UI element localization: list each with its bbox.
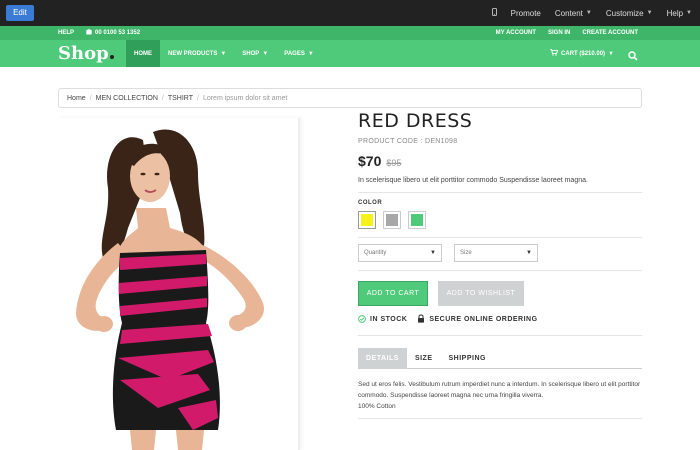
divider: [358, 270, 642, 271]
nav-item-new-products[interactable]: NEW PRODUCTS ▼: [160, 40, 234, 67]
product-details: RED DRESS PRODUCT CODE : DEN1098 $70 $95…: [358, 110, 642, 419]
phone-icon: [86, 29, 92, 37]
cart-icon: [550, 49, 559, 58]
breadcrumb-current: Lorem ipsum dolor sit amet: [202, 94, 288, 102]
color-label: COLOR: [358, 200, 383, 206]
divider: [358, 237, 642, 238]
secure-ordering-badge: SECURE ONLINE ORDERING: [417, 314, 537, 325]
caret-down-icon: ▼: [430, 250, 436, 256]
admin-menu: Promote Content ▼ Customize ▼ Help ▼: [491, 0, 692, 26]
caret-down-icon: ▼: [608, 50, 614, 57]
admin-promote[interactable]: Promote: [511, 9, 541, 18]
material-text: 100% Cotton: [358, 403, 396, 410]
breadcrumb-separator: /: [196, 94, 199, 102]
divider: [358, 335, 642, 336]
nav-item-label: HOME: [134, 50, 152, 57]
caret-down-icon: ▼: [526, 250, 532, 256]
breadcrumb-men-collection[interactable]: MEN COLLECTION: [96, 95, 158, 102]
swatch-fill: [411, 214, 423, 226]
secure-label: SECURE ONLINE ORDERING: [429, 316, 538, 323]
phone-number: 00 0100 53 1352: [86, 29, 140, 37]
admin-bar: Edit Promote Content ▼ Customize ▼ Help ▼: [0, 0, 700, 26]
admin-content-label: Content: [554, 8, 583, 18]
search-icon[interactable]: [628, 48, 638, 61]
admin-customize[interactable]: Customize ▼: [606, 9, 653, 18]
phone-text: 00 0100 53 1352: [95, 30, 141, 36]
product-old-price: $95: [386, 158, 402, 168]
shop-logo[interactable]: Shop: [58, 43, 114, 64]
caret-down-icon: ▼: [686, 10, 692, 16]
option-selects: Quantity ▼ Size ▼: [358, 244, 642, 262]
breadcrumb-separator: /: [89, 94, 92, 102]
details-text: Sed ut eros felis. Vestibulum rutrum imp…: [358, 381, 641, 399]
product-title: RED DRESS: [358, 110, 473, 132]
breadcrumb: Home / MEN COLLECTION / TSHIRT / Lorem i…: [58, 88, 642, 108]
nav-item-label: PAGES: [284, 50, 305, 57]
my-account-link[interactable]: MY ACCOUNT: [496, 30, 536, 36]
main-nav: Shop HOME NEW PRODUCTS ▼ SHOP ▼ PAGES ▼ CAR…: [0, 40, 700, 67]
tab-size[interactable]: SIZE: [407, 348, 441, 369]
sign-in-link[interactable]: SIGN IN: [548, 30, 570, 36]
admin-content[interactable]: Content ▼: [555, 9, 592, 18]
cart-button[interactable]: CART ($210.00) ▼: [550, 40, 614, 67]
size-select[interactable]: Size ▼: [454, 244, 538, 262]
size-select-label: Size: [460, 250, 472, 256]
nav-menu: HOME NEW PRODUCTS ▼ SHOP ▼ PAGES ▼: [126, 40, 322, 67]
breadcrumb-home[interactable]: Home: [67, 95, 86, 102]
caret-down-icon: ▼: [307, 50, 314, 57]
caret-down-icon: ▼: [220, 50, 227, 57]
product-image[interactable]: [58, 118, 300, 450]
lock-icon: [417, 314, 425, 325]
product-price: $70: [358, 153, 382, 169]
logo-dot-icon: [109, 55, 114, 59]
color-swatches: [358, 211, 642, 229]
admin-promote-label: Promote: [510, 8, 541, 18]
admin-customize-label: Customize: [605, 8, 644, 18]
swatch-fill: [386, 214, 398, 226]
cart-label: CART ($210.00): [561, 50, 606, 57]
edit-button[interactable]: Edit: [6, 5, 34, 21]
product-tabs: DETAILS SIZE SHIPPING: [358, 348, 642, 369]
color-swatch-green[interactable]: [408, 211, 426, 229]
breadcrumb-tshirt[interactable]: TSHIRT: [168, 95, 193, 102]
tab-shipping[interactable]: SHIPPING: [441, 348, 494, 369]
add-to-cart-button[interactable]: ADD TO CART: [358, 281, 428, 306]
swatch-fill: [361, 214, 373, 226]
logo-text: Shop: [58, 43, 109, 64]
product-code: PRODUCT CODE : DEN1098: [358, 138, 458, 145]
color-swatch-grey[interactable]: [383, 211, 401, 229]
caret-down-icon: ▼: [262, 50, 269, 57]
model-figure-image: [76, 129, 264, 450]
color-swatch-yellow[interactable]: [358, 211, 376, 229]
create-account-link[interactable]: CREATE ACCOUNT: [582, 30, 638, 36]
admin-help[interactable]: Help ▼: [667, 9, 692, 18]
price-row: $70 $95: [358, 153, 642, 169]
caret-down-icon: ▼: [585, 10, 592, 16]
in-stock-label: IN STOCK: [370, 316, 408, 323]
divider: [358, 192, 642, 193]
product-description: In scelerisque libero ut elit porttitor …: [358, 177, 588, 184]
top-strip: HELP 00 0100 53 1352 MY ACCOUNT SIGN IN …: [0, 26, 700, 40]
nav-item-shop[interactable]: SHOP ▼: [234, 40, 276, 67]
check-circle-icon: [358, 314, 366, 325]
nav-item-pages[interactable]: PAGES ▼: [276, 40, 322, 67]
tab-content: Sed ut eros felis. Vestibulum rutrum imp…: [358, 379, 642, 412]
caret-down-icon: ▼: [646, 10, 653, 16]
product-badges: IN STOCK SECURE ONLINE ORDERING: [358, 314, 642, 325]
quantity-select-label: Quantity: [364, 250, 387, 256]
add-to-wishlist-button[interactable]: ADD TO WISHLIST: [438, 281, 524, 306]
breadcrumb-separator: /: [161, 94, 164, 102]
nav-item-label: SHOP: [242, 50, 260, 57]
in-stock-badge: IN STOCK: [358, 314, 408, 325]
admin-help-label: Help: [666, 8, 684, 18]
nav-item-home[interactable]: HOME: [126, 40, 160, 67]
mobile-icon[interactable]: [491, 8, 497, 18]
nav-item-label: NEW PRODUCTS: [168, 50, 218, 57]
action-buttons: ADD TO CART ADD TO WISHLIST: [358, 281, 642, 306]
divider: [358, 418, 642, 419]
tab-details[interactable]: DETAILS: [358, 348, 407, 369]
help-link[interactable]: HELP: [58, 30, 74, 36]
quantity-select[interactable]: Quantity ▼: [358, 244, 442, 262]
